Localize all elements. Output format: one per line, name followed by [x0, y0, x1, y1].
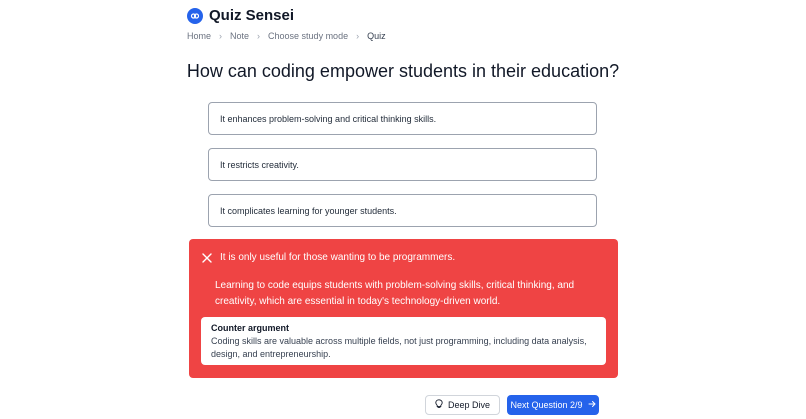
- close-icon: [202, 252, 212, 263]
- question-title: How can coding empower students in their…: [186, 61, 620, 81]
- selected-answer-text: It is only useful for those wanting to b…: [220, 252, 456, 263]
- chevron-right-icon: ›: [356, 31, 360, 41]
- wrong-answer-feedback: It is only useful for those wanting to b…: [189, 239, 618, 378]
- chevron-right-icon: ›: [257, 31, 261, 41]
- counter-argument-text: Coding skills are valuable across multip…: [211, 336, 587, 359]
- answer-option-1[interactable]: It enhances problem-solving and critical…: [208, 102, 597, 135]
- breadcrumb-choose-study-mode[interactable]: Choose study mode: [268, 31, 348, 41]
- answer-option-2[interactable]: It restricts creativity.: [208, 148, 597, 181]
- brand[interactable]: Quiz Sensei: [187, 7, 294, 24]
- selected-wrong-answer[interactable]: It is only useful for those wanting to b…: [202, 252, 455, 263]
- breadcrumb-quiz: Quiz: [367, 31, 386, 41]
- answer-explanation: Learning to code equips students with pr…: [215, 280, 575, 307]
- next-question-label: Next Question 2/9: [510, 400, 583, 410]
- counter-argument-title: Counter argument: [211, 323, 290, 333]
- answer-option-3[interactable]: It complicates learning for younger stud…: [208, 194, 597, 227]
- chevron-right-icon: ›: [219, 31, 223, 41]
- counter-argument-card: Counter argument Coding skills are valua…: [201, 317, 606, 365]
- arrow-right-icon: [588, 400, 596, 410]
- deep-dive-button[interactable]: Deep Dive: [425, 395, 500, 415]
- lightbulb-icon: [435, 399, 443, 411]
- brain-logo-icon: [187, 7, 203, 24]
- breadcrumb: Home › Note › Choose study mode › Quiz: [187, 31, 386, 41]
- deep-dive-label: Deep Dive: [447, 400, 491, 410]
- breadcrumb-note[interactable]: Note: [230, 31, 249, 41]
- next-question-button[interactable]: Next Question 2/9: [507, 395, 599, 415]
- breadcrumb-home[interactable]: Home: [187, 31, 211, 41]
- brand-name: Quiz Sensei: [209, 7, 295, 24]
